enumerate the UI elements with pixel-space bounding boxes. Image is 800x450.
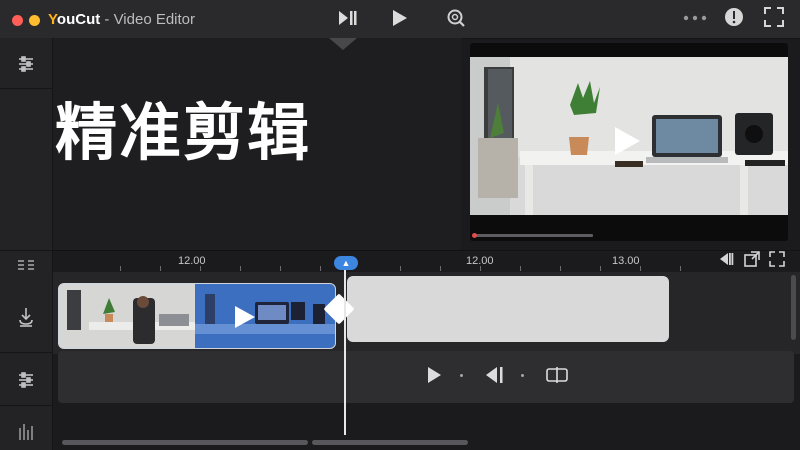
divider — [0, 250, 52, 251]
window-title: YouCut - Video Editor — [48, 11, 195, 28]
separator-dot — [460, 374, 463, 377]
timecode-label: 12.00 — [178, 255, 206, 267]
more-icon[interactable] — [682, 7, 708, 34]
preview-scrubber-handle[interactable] — [472, 233, 477, 238]
app-name: ouCut — [56, 11, 101, 28]
horizontal-scrollbar[interactable] — [62, 440, 308, 445]
timeline-ruler[interactable] — [53, 250, 800, 273]
app-name-initial: Y — [48, 11, 57, 28]
audio-download-icon[interactable] — [0, 306, 52, 333]
empty-clip[interactable] — [347, 276, 669, 342]
document-title: Video Editor — [113, 11, 196, 28]
overlay-title-text[interactable]: 精准剪辑 — [55, 103, 311, 165]
adjust-sliders-icon[interactable] — [0, 370, 52, 395]
divider — [0, 405, 52, 406]
detach-icon[interactable] — [743, 250, 761, 271]
list-layout-icon[interactable] — [0, 258, 52, 277]
title-separator: - — [100, 11, 114, 28]
divider — [0, 352, 52, 353]
video-preview[interactable] — [470, 43, 788, 241]
close-window-button[interactable] — [12, 15, 23, 26]
video-clip-selected[interactable] — [58, 283, 336, 349]
preview-scrubber[interactable] — [474, 234, 593, 237]
play-pause-icon[interactable] — [336, 7, 358, 34]
prev-frame-icon[interactable] — [483, 365, 505, 390]
divider — [0, 88, 52, 89]
fullscreen-icon[interactable] — [763, 6, 785, 33]
prev-frame-icon[interactable] — [716, 250, 734, 271]
separator-dot — [521, 374, 524, 377]
playhead-line[interactable] — [344, 263, 346, 435]
split-icon[interactable] — [545, 365, 569, 390]
play-icon[interactable] — [425, 365, 443, 390]
horizontal-scrollbar[interactable] — [312, 440, 468, 445]
vertical-scrollbar[interactable] — [791, 275, 796, 340]
magnifier-icon[interactable] — [444, 7, 466, 34]
play-icon[interactable] — [390, 7, 410, 34]
info-icon[interactable] — [723, 6, 745, 33]
preview-frame-image — [470, 43, 788, 241]
minimize-window-button[interactable] — [29, 15, 40, 26]
adjust-sliders-icon[interactable] — [0, 54, 52, 79]
timecode-label: 13.00 — [612, 255, 640, 267]
waveform-icon[interactable] — [0, 420, 52, 447]
playhead-handle[interactable]: ▲ — [334, 256, 358, 270]
caret-down-icon — [329, 38, 357, 50]
clip-thumbnails — [59, 284, 335, 348]
expand-icon[interactable] — [768, 250, 786, 271]
